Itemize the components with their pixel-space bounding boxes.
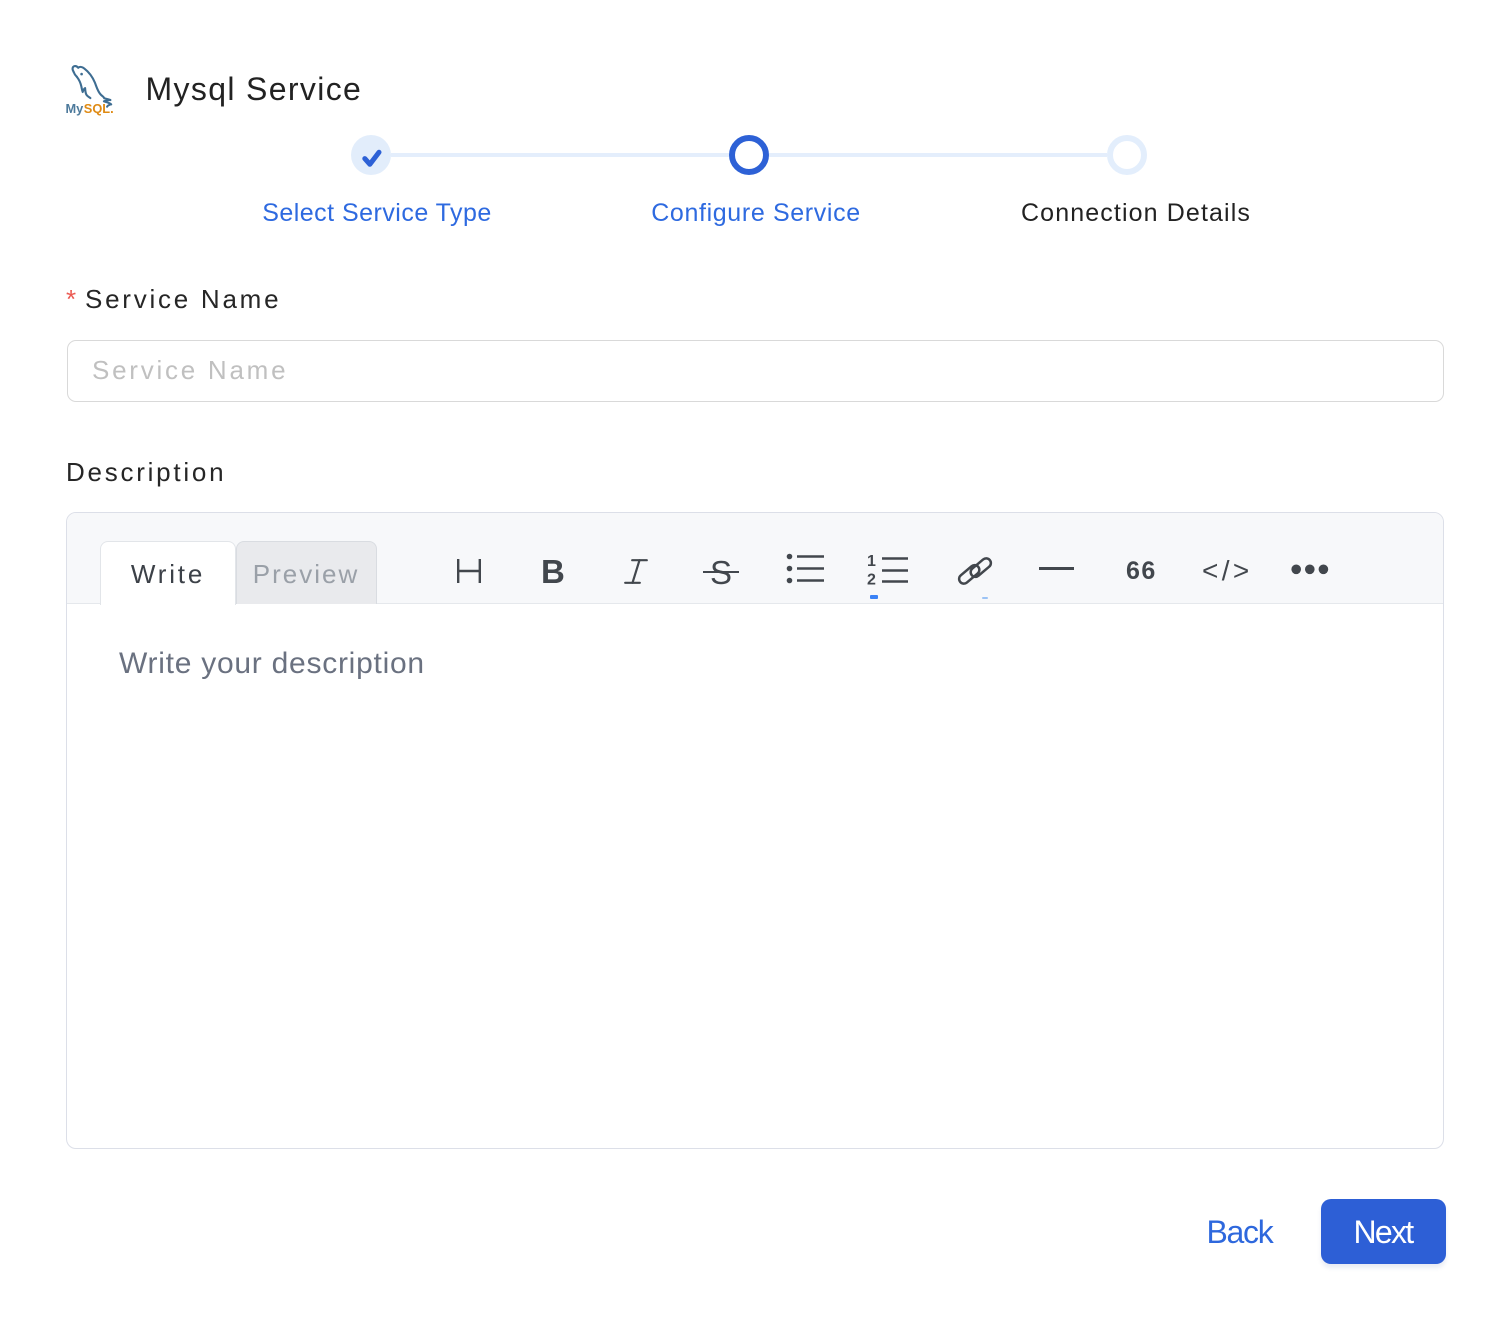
svg-text:SQL.: SQL. <box>84 101 114 116</box>
svg-text:2: 2 <box>867 572 876 588</box>
svg-text:My: My <box>66 101 85 116</box>
svg-text:1: 1 <box>867 553 876 570</box>
